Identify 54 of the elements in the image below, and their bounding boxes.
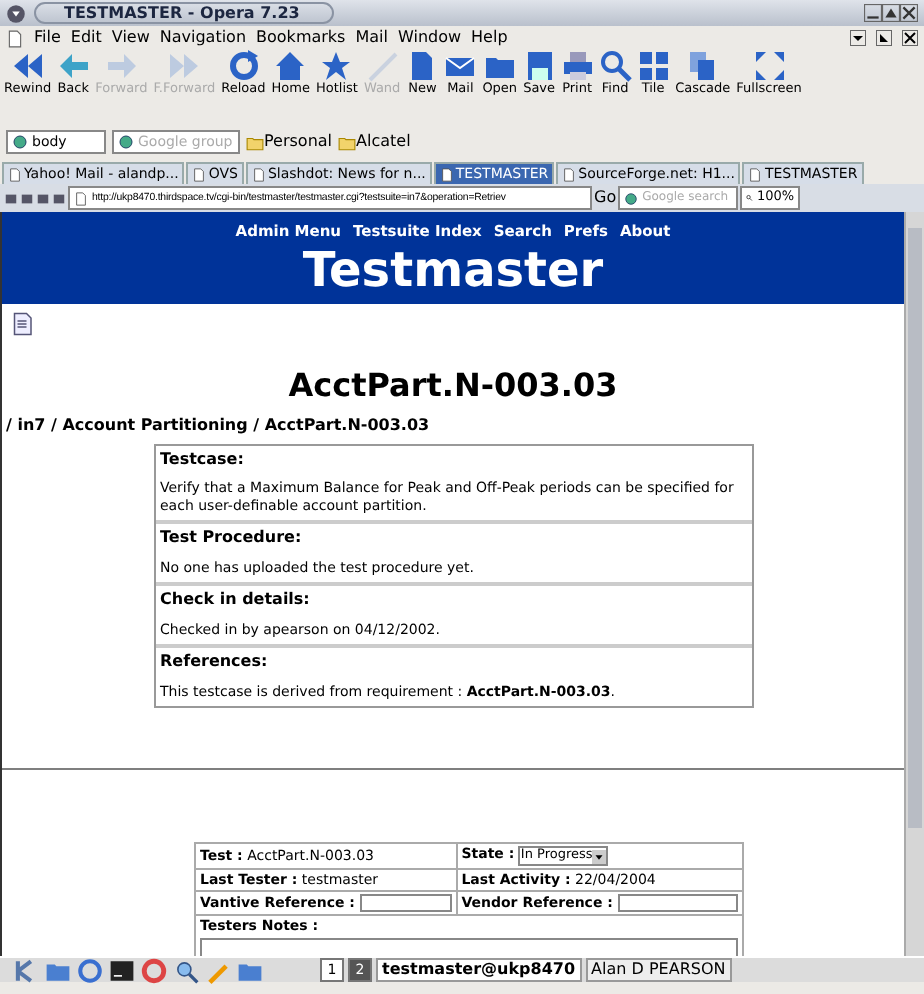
star-icon [320, 50, 353, 82]
section-title: Testcase: [160, 449, 246, 469]
input-field[interactable] [617, 894, 738, 913]
lifebuoy-icon[interactable] [140, 957, 168, 983]
circle-icon[interactable] [76, 957, 104, 983]
fast-forward-icon [168, 50, 201, 82]
close-icon[interactable] [902, 30, 918, 46]
forward-arrow-icon [105, 50, 138, 82]
folder-icon [246, 133, 264, 151]
menu-item[interactable]: Bookmarks [256, 28, 346, 48]
section-title: Check in details: [160, 590, 312, 610]
section-title: References: [160, 652, 270, 672]
go-button[interactable]: Go [594, 188, 617, 208]
globe-icon [118, 134, 134, 150]
bookmark-folder[interactable]: Alcatel [356, 132, 411, 152]
page-heading: AcctPart.N-003.03 [286, 366, 620, 405]
maximize-icon[interactable] [882, 4, 900, 22]
site-title: Testmaster [300, 245, 606, 294]
taskbar-button[interactable]: testmaster@ukp8470 [376, 958, 582, 982]
menu-item[interactable]: Window [397, 28, 462, 48]
input-field[interactable] [359, 894, 452, 913]
wand-icon [366, 50, 399, 82]
magnifier-icon[interactable] [172, 957, 200, 983]
breadcrumb-path: / in7 / Account Partitioning / AcctPart.N-003.03 [6, 416, 432, 436]
section-title: Test Procedure: [160, 528, 304, 548]
menu-item[interactable]: File [34, 28, 61, 48]
globe-icon [624, 191, 639, 205]
search-icon [599, 50, 632, 82]
scrollbar[interactable] [904, 212, 924, 956]
document-icon [10, 310, 34, 338]
back-arrow-icon [57, 50, 90, 82]
reload-icon [227, 50, 260, 82]
minimize-icon[interactable] [850, 30, 866, 46]
tile-icon [637, 50, 670, 82]
cascade-icon [686, 50, 719, 82]
menu-item[interactable]: Help [471, 28, 508, 48]
close-icon[interactable] [900, 4, 918, 22]
globe-icon [12, 134, 28, 150]
menu-item[interactable]: Edit [70, 28, 102, 48]
window-title: TESTMASTER - Opera 7.23 [64, 3, 300, 23]
terminal-icon[interactable] [108, 957, 136, 983]
menu-item[interactable]: Navigation [159, 28, 247, 48]
bookmark-folder[interactable]: Personal [264, 132, 333, 152]
folder-icon [338, 133, 357, 151]
taskbar-button[interactable]: Alan D PEARSON [585, 958, 732, 982]
fullscreen-icon [753, 50, 786, 82]
minimize-icon[interactable] [864, 4, 882, 22]
rewind-icon [11, 50, 44, 82]
home-icon [274, 50, 307, 82]
window-menu-icon[interactable] [6, 3, 26, 23]
restore-icon[interactable] [876, 30, 892, 46]
menu-item[interactable]: View [111, 28, 150, 48]
caret-icon [592, 849, 607, 863]
menu-item[interactable]: Mail [355, 28, 388, 48]
